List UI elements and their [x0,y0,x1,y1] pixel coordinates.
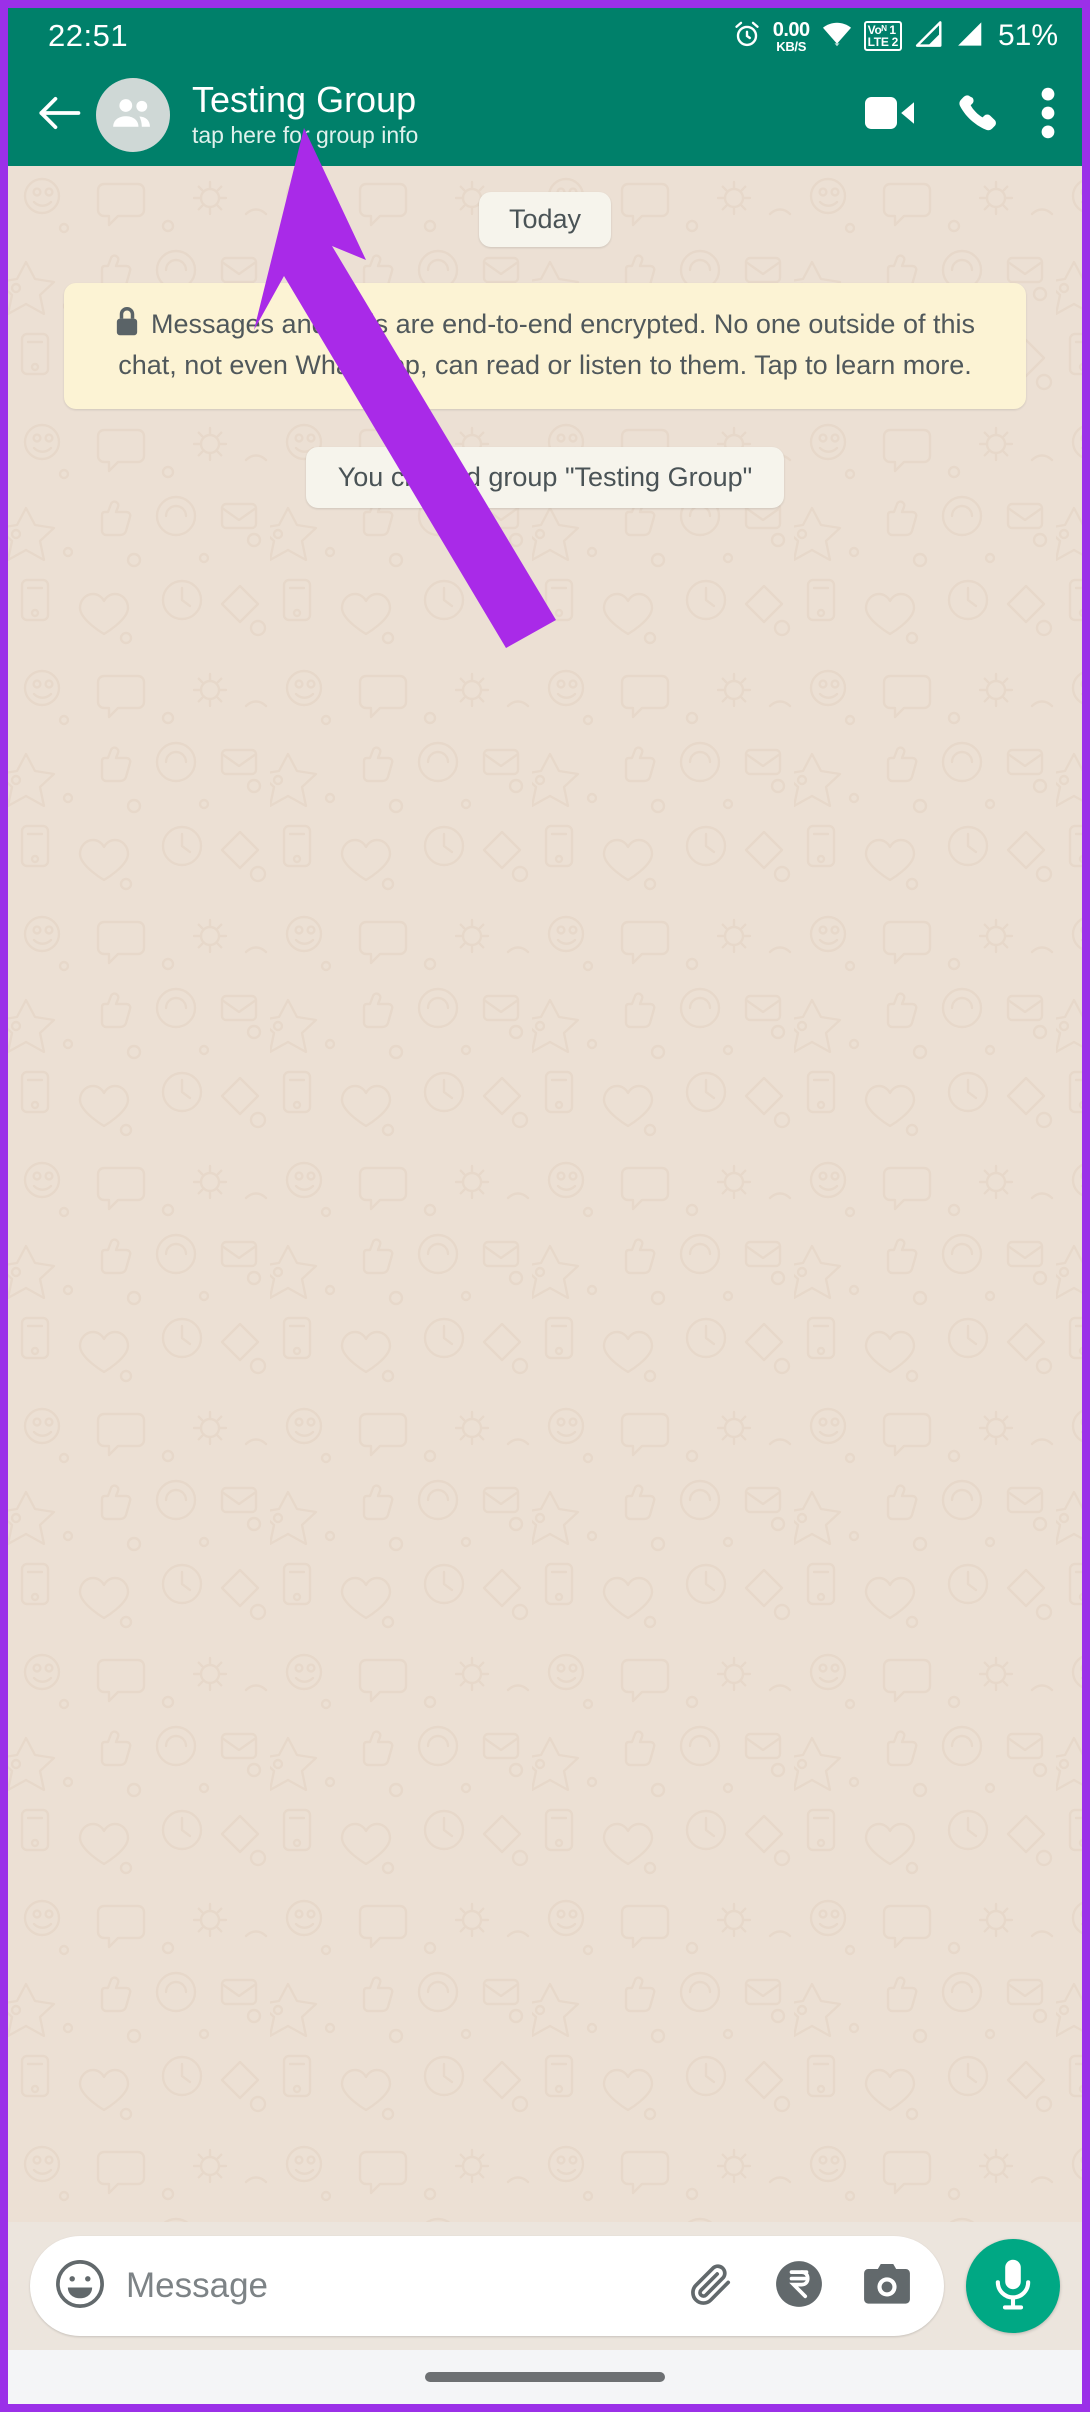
camera-icon [862,2263,912,2311]
video-call-button[interactable] [864,94,916,137]
back-button[interactable] [26,82,92,148]
date-divider-row: Today [8,192,1082,247]
emoji-button[interactable] [54,2258,106,2315]
more-vertical-icon [1040,87,1056,144]
video-call-icon [864,94,916,137]
attach-button[interactable] [688,2260,736,2313]
payment-button[interactable] [774,2259,824,2314]
lock-icon [115,307,139,346]
message-input[interactable]: Message [126,2266,688,2306]
status-bar-icons: 0.00 KB/S Voᴺ 1 LTE 2 51% [732,19,1058,54]
network-speed-indicator: 0.00 KB/S [773,20,810,53]
signal-bars-sim2-icon [954,20,984,53]
volte-line-2: LTE 2 [867,35,899,49]
encryption-notice[interactable]: Messages and calls are end-to-end encryp… [64,283,1026,409]
date-divider: Today [478,192,612,247]
chat-app-bar: Testing Group tap here for group info [8,64,1082,166]
back-arrow-icon [36,93,82,138]
phone-screen: 22:51 0.00 KB/S Voᴺ 1 LTE 2 51% Testing … [0,0,1090,2412]
voice-call-button[interactable] [956,91,1000,140]
status-bar: 22:51 0.00 KB/S Voᴺ 1 LTE 2 51% [8,8,1082,64]
network-speed-value: 0.00 [772,18,810,41]
alarm-clock-icon [732,19,762,54]
rupee-payment-icon [774,2260,824,2313]
composer-actions [688,2259,912,2314]
home-gesture-handle[interactable] [425,2372,665,2382]
chat-subtitle: tap here for group info [192,122,419,149]
composer[interactable]: Message [30,2236,944,2336]
volte-indicator: Voᴺ 1 LTE 2 [863,21,902,51]
battery-percentage: 51% [997,19,1058,52]
system-message-row: You created group "Testing Group" [8,409,1082,508]
signal-bars-sim1-icon [913,20,943,53]
paperclip-attach-icon [688,2263,736,2312]
group-avatar-icon [109,93,157,138]
phone-call-icon [956,91,1000,140]
overflow-menu-button[interactable] [1040,87,1056,144]
system-message: You created group "Testing Group" [305,446,785,508]
app-bar-actions [864,87,1056,144]
status-bar-clock: 22:51 [48,18,129,53]
voice-record-button[interactable] [966,2239,1060,2333]
system-navigation-bar [8,2350,1082,2404]
message-input-bar: Message [8,2222,1082,2350]
message-list: Today Messages and calls are end-to-end … [8,166,1082,508]
avatar[interactable] [96,78,170,152]
emoji-smiley-icon [54,2258,106,2315]
wifi-icon [821,21,853,52]
chat-message-area[interactable]: Today Messages and calls are end-to-end … [8,166,1082,2222]
microphone-icon [991,2258,1035,2315]
network-speed-unit: KB/S [776,38,807,54]
chat-title-block[interactable]: Testing Group tap here for group info [192,79,854,150]
page-title: Testing Group [192,79,417,121]
encryption-notice-text: Messages and calls are end-to-end encryp… [118,309,975,381]
camera-button[interactable] [862,2261,912,2312]
